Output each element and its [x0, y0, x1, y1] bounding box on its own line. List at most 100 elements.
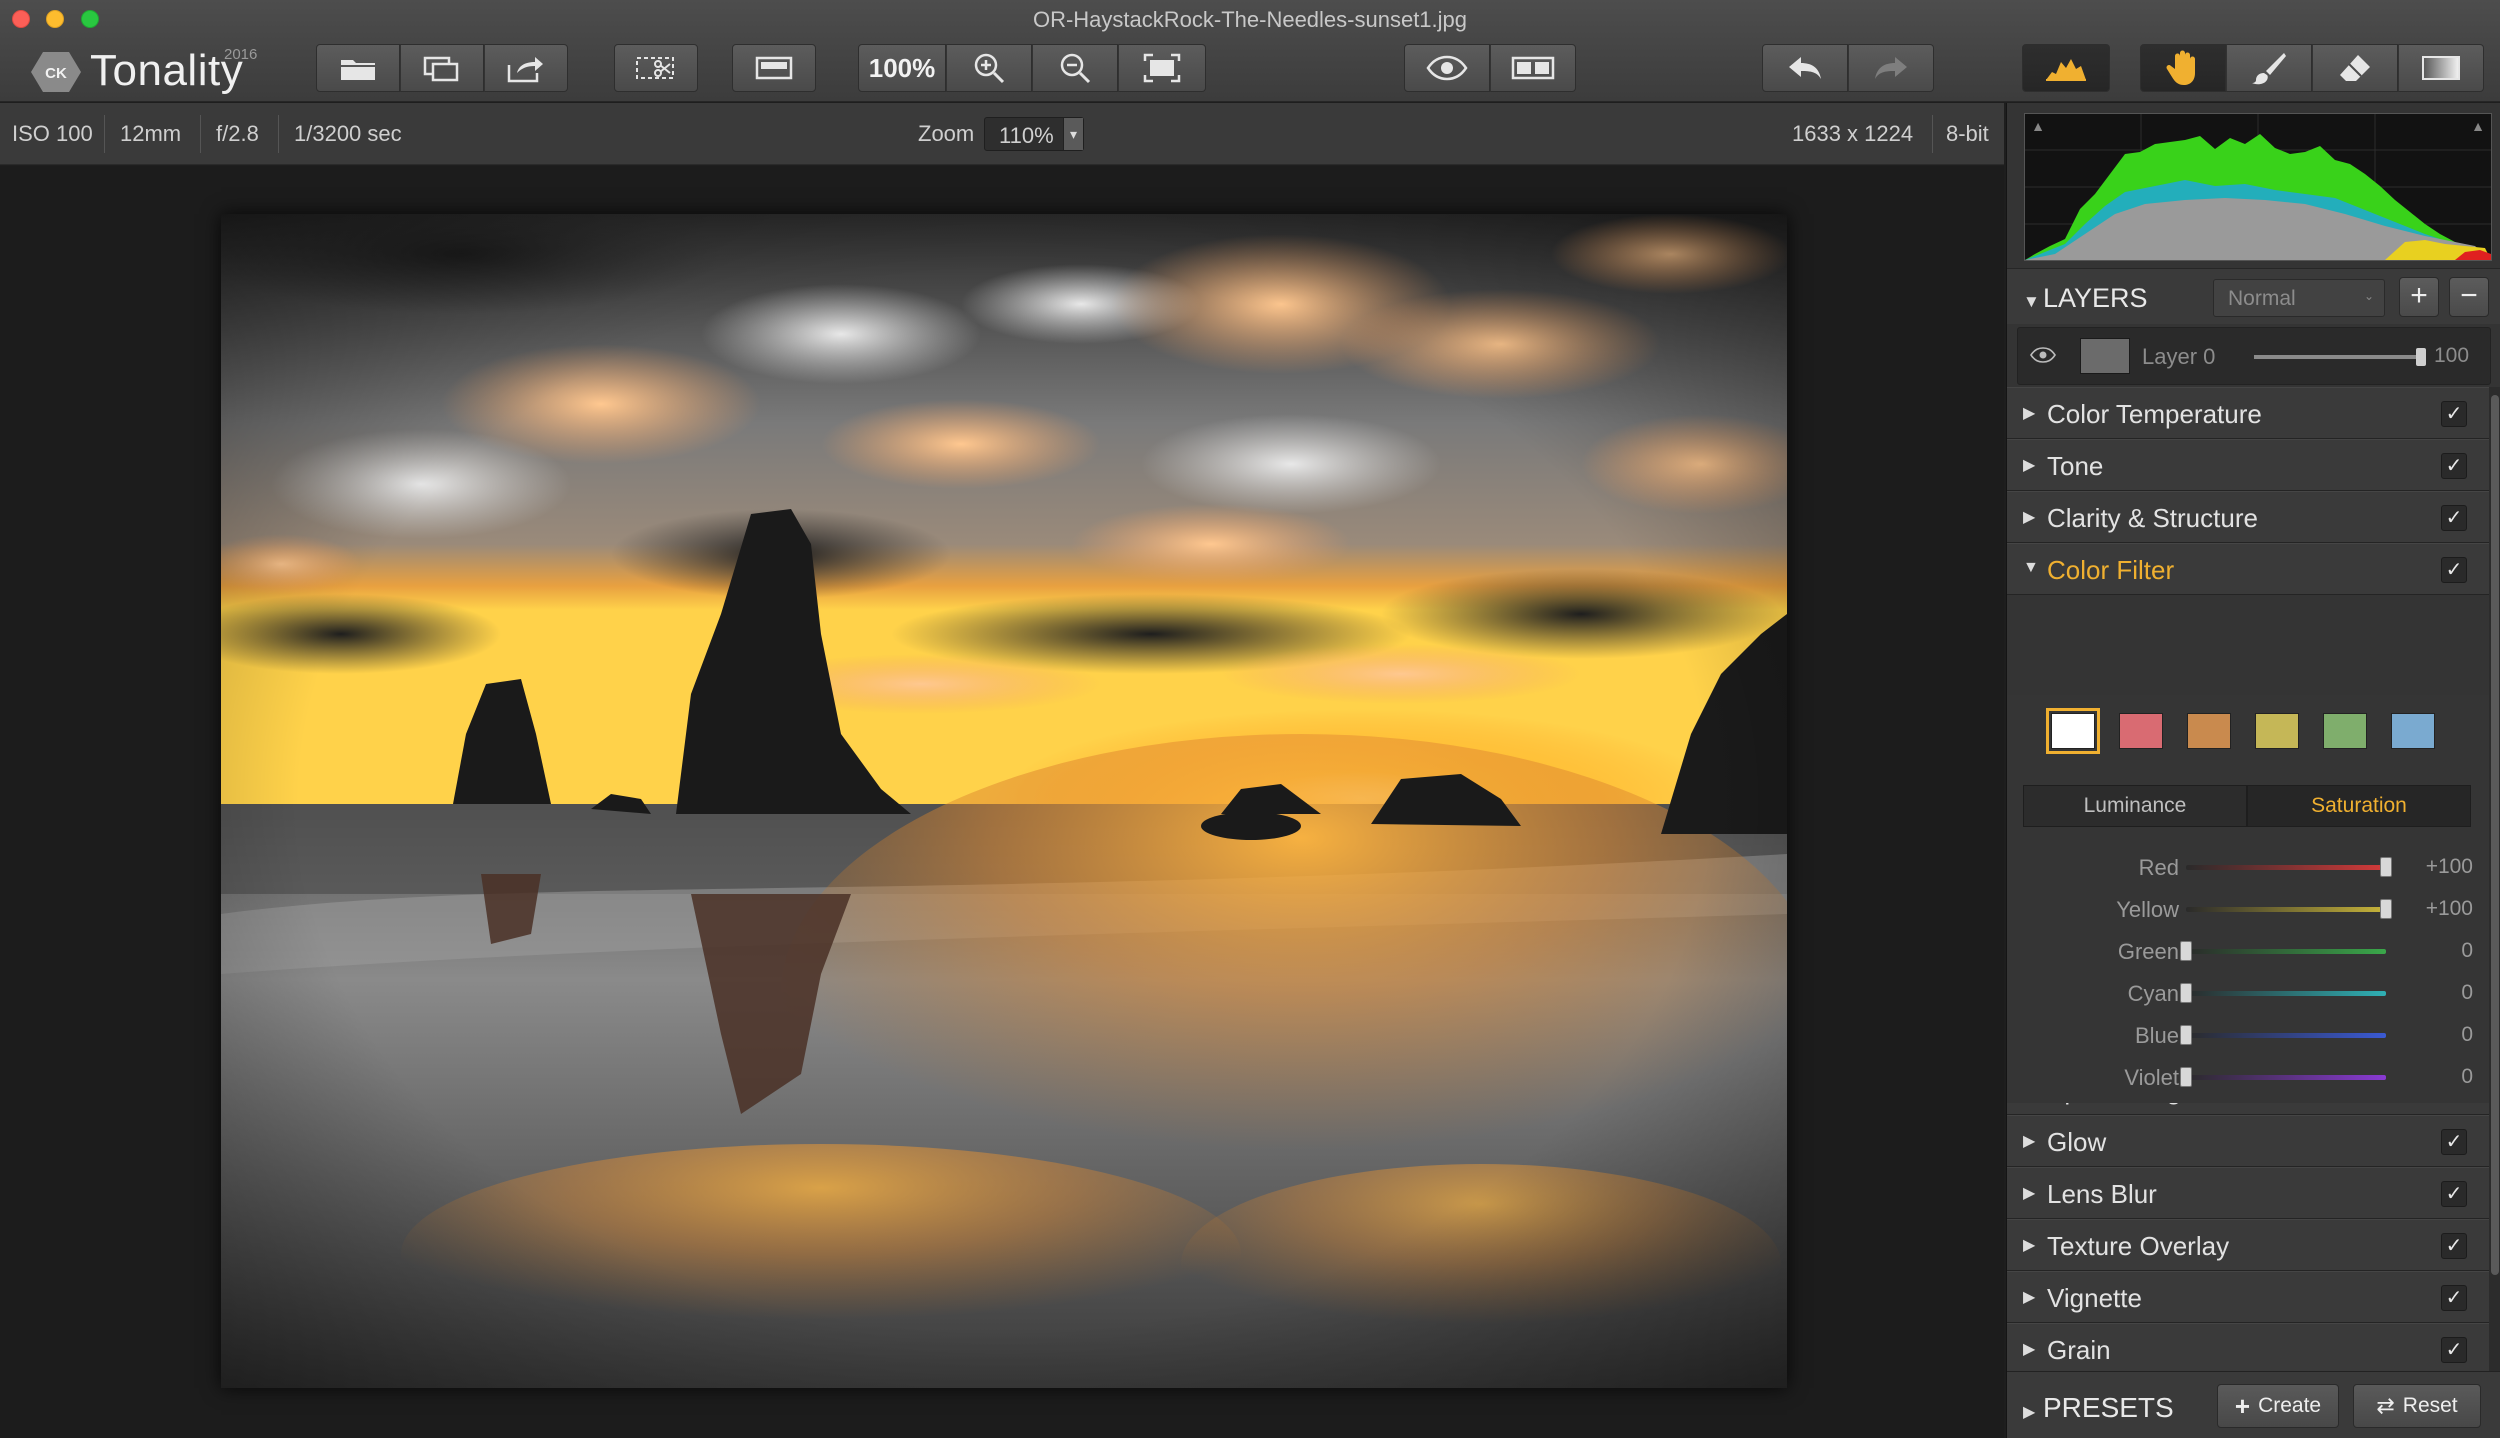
divider: [278, 115, 279, 153]
color-filter-body: Luminance Saturation Red +100 Yellow +100 Gr…: [2007, 695, 2489, 1103]
saturation-slider[interactable]: [2186, 899, 2392, 919]
crop-group: [614, 44, 698, 92]
tab-luminance[interactable]: Luminance: [2023, 785, 2247, 827]
color-swatch[interactable]: [2119, 713, 2163, 749]
hand-tool-button[interactable]: [2140, 44, 2226, 92]
slider-knob[interactable]: [2180, 1067, 2192, 1087]
zoom-100-label: 100%: [868, 52, 936, 83]
enable-checkbox[interactable]: ✓: [2441, 557, 2467, 583]
scrollbar-thumb[interactable]: [2491, 395, 2499, 1275]
reset-button[interactable]: ⇄ Reset: [2353, 1384, 2481, 1428]
blend-mode-select[interactable]: Normal ⌄: [2213, 279, 2385, 317]
visibility-eye-icon[interactable]: [2030, 346, 2056, 364]
layer-opacity-knob[interactable]: [2416, 348, 2426, 366]
color-swatch[interactable]: [2255, 713, 2299, 749]
slider-label: Blue: [2134, 1023, 2179, 1048]
adjustment-clarity-structure[interactable]: ▶ Clarity & Structure ✓: [2007, 491, 2489, 543]
batch-button[interactable]: [400, 44, 484, 92]
preview-button[interactable]: [1404, 44, 1490, 92]
histogram: ▲ ▲: [2024, 113, 2492, 261]
aperture-value: f/2.8: [216, 121, 259, 146]
color-filter-tabs: Luminance Saturation: [2023, 785, 2471, 827]
color-swatch[interactable]: [2391, 713, 2435, 749]
bit-depth: 8-bit: [1946, 121, 1989, 146]
focal-length: 12mm: [120, 121, 182, 146]
tab-saturation[interactable]: Saturation: [2247, 785, 2471, 827]
eraser-tool-button[interactable]: [2312, 44, 2398, 92]
presets-title[interactable]: ▶ PRESETS: [2023, 1392, 2174, 1424]
saturation-slider[interactable]: [2180, 983, 2386, 1003]
remove-layer-button[interactable]: −: [2449, 277, 2489, 317]
preview-eye-icon: [1426, 55, 1468, 81]
adjustment-label: Color Filter: [2047, 555, 2175, 585]
adjustment-label: Clarity & Structure: [2047, 503, 2258, 533]
brush-tool-button[interactable]: [2226, 44, 2312, 92]
presets-bar: ▶ PRESETS + Create ⇄ Reset: [2007, 1371, 2500, 1438]
add-layer-button[interactable]: +: [2399, 277, 2439, 317]
zoom-out-button[interactable]: [1032, 44, 1118, 92]
layer-opacity-slider[interactable]: [2254, 348, 2426, 366]
adjustment-color-temperature[interactable]: ▶ Color Temperature ✓: [2007, 387, 2489, 439]
slider-knob[interactable]: [2180, 983, 2192, 1003]
zoom-select[interactable]: 110% ▾: [984, 117, 1084, 151]
enable-checkbox[interactable]: ✓: [2441, 505, 2467, 531]
enable-checkbox[interactable]: ✓: [2441, 453, 2467, 479]
redo-button[interactable]: [1848, 44, 1934, 92]
crop-button[interactable]: [614, 44, 698, 92]
adjustment-tone[interactable]: ▶ Tone ✓: [2007, 439, 2489, 491]
file-toolbar-group: [316, 44, 568, 92]
enable-checkbox[interactable]: ✓: [2441, 1285, 2467, 1311]
adjustment-color-filter[interactable]: ▼ Color Filter ✓: [2007, 543, 2489, 595]
photo-preview[interactable]: [221, 214, 1787, 1388]
adjustment-glow[interactable]: ▶ Glow ✓: [2007, 1115, 2489, 1167]
layer-name[interactable]: Layer 0: [2142, 344, 2215, 370]
adjustment-vignette[interactable]: ▶ Vignette ✓: [2007, 1271, 2489, 1323]
panel-scrollbar[interactable]: [2489, 387, 2500, 1391]
enable-checkbox[interactable]: ✓: [2441, 1129, 2467, 1155]
shadow-clip-icon[interactable]: ▲: [2029, 118, 2047, 136]
zoom-in-icon: [974, 53, 1005, 84]
slider-knob[interactable]: [2180, 941, 2192, 961]
layers-title[interactable]: ▼ LAYERS: [2023, 283, 2148, 314]
create-preset-button[interactable]: + Create: [2217, 1384, 2339, 1428]
enable-checkbox[interactable]: ✓: [2441, 1233, 2467, 1259]
compare-button[interactable]: [732, 44, 816, 92]
fit-button[interactable]: [1118, 44, 1206, 92]
layer-row[interactable]: Layer 0 100: [2017, 327, 2491, 385]
slider-knob[interactable]: [2380, 857, 2392, 877]
color-swatch[interactable]: [2046, 708, 2100, 754]
color-swatch[interactable]: [2323, 713, 2367, 749]
expand-triangle-icon: ▶: [2023, 1341, 2036, 1358]
share-button[interactable]: [484, 44, 568, 92]
enable-checkbox[interactable]: ✓: [2441, 401, 2467, 427]
slider-label: Red: [2138, 855, 2179, 880]
undo-button[interactable]: [1762, 44, 1848, 92]
saturation-slider[interactable]: [2186, 857, 2392, 877]
enable-checkbox[interactable]: ✓: [2441, 1181, 2467, 1207]
adjustment-grain[interactable]: ▶ Grain ✓: [2007, 1323, 2489, 1375]
adjustment-texture-overlay[interactable]: ▶ Texture Overlay ✓: [2007, 1219, 2489, 1271]
compare-group: [732, 44, 816, 92]
split-view-button[interactable]: [1490, 44, 1576, 92]
open-button[interactable]: [316, 44, 400, 92]
adjustment-lens-blur[interactable]: ▶ Lens Blur ✓: [2007, 1167, 2489, 1219]
zoom-in-button[interactable]: [946, 44, 1032, 92]
highlight-clip-icon[interactable]: ▲: [2469, 118, 2487, 136]
slider-knob[interactable]: [2180, 1025, 2192, 1045]
layer-thumbnail[interactable]: [2080, 338, 2130, 374]
expand-triangle-icon: ▶: [2023, 1289, 2036, 1306]
gradient-tool-button[interactable]: [2398, 44, 2484, 92]
tools-group: [2140, 44, 2484, 92]
zoom-100-button[interactable]: 100%: [858, 44, 946, 92]
chevron-down-icon: ▾: [1063, 118, 1083, 150]
saturation-slider[interactable]: [2180, 1025, 2386, 1045]
saturation-slider[interactable]: [2180, 1067, 2386, 1087]
layer-opacity-value: 100: [2434, 344, 2470, 367]
color-swatch[interactable]: [2187, 713, 2231, 749]
histogram-button[interactable]: [2022, 44, 2110, 92]
enable-checkbox[interactable]: ✓: [2441, 1337, 2467, 1363]
saturation-slider[interactable]: [2180, 941, 2386, 961]
image-canvas[interactable]: [0, 166, 2004, 1438]
slider-knob[interactable]: [2380, 899, 2392, 919]
slider-value: 0: [2461, 981, 2473, 1004]
